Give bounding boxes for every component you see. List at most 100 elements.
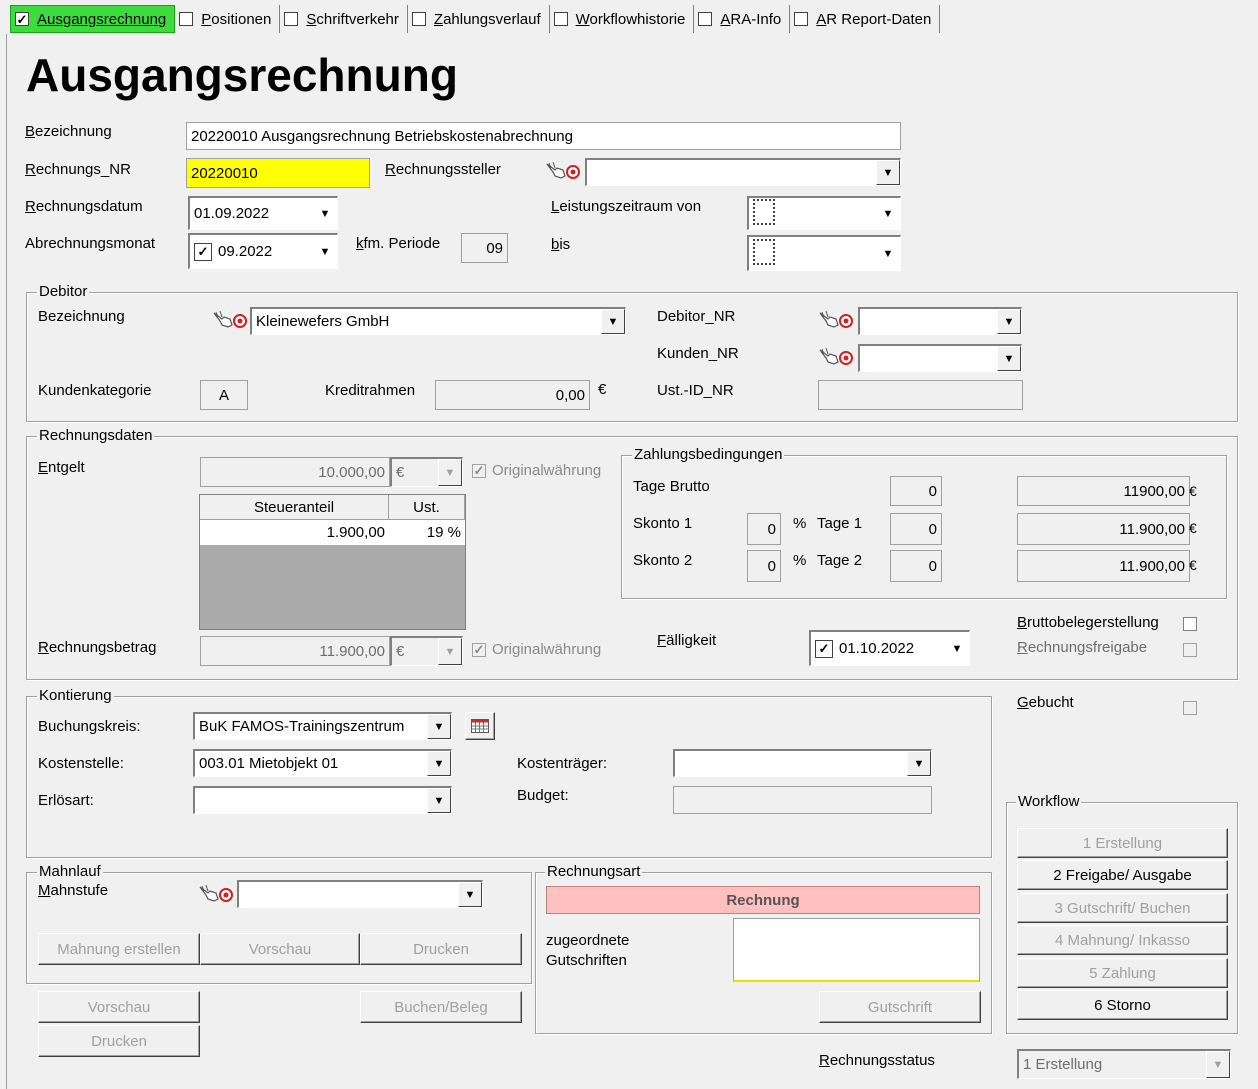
tax-table-header[interactable]: Ust.	[389, 495, 465, 520]
gebucht-checkbox	[1183, 701, 1197, 715]
vorschau-button[interactable]: Vorschau	[38, 991, 200, 1023]
workflow-step-storno-button[interactable]: 6 Storno	[1017, 990, 1228, 1020]
debitor-group-title: Debitor	[37, 283, 90, 300]
chevron-down-icon[interactable]: ▼	[601, 309, 625, 334]
erloesart-combo[interactable]: ▼	[193, 786, 452, 814]
chevron-down-icon[interactable]: ▼	[427, 714, 451, 739]
tage1-field: 0	[890, 513, 942, 545]
chevron-down-icon[interactable]: ▼	[907, 751, 931, 776]
chevron-down-icon[interactable]: ▼	[876, 198, 900, 229]
hand-pointer-target-icon[interactable]	[212, 309, 248, 331]
tab-ara-info[interactable]: ARA-Info	[694, 5, 791, 33]
hand-pointer-target-icon[interactable]	[818, 309, 854, 331]
skonto1-amount: 11.900,00	[1017, 513, 1190, 545]
tab-schriftverkehr[interactable]: Schriftverkehr	[280, 5, 408, 33]
zahlungsbedingungen-title: Zahlungsbedingungen	[632, 446, 785, 463]
mahnstufe-combo[interactable]: ▼	[237, 880, 483, 908]
bruttobelegerstellung-checkbox[interactable]	[1183, 617, 1197, 631]
table-row[interactable]: 1.900,00 19 %	[200, 520, 465, 545]
leistungszeitraum-von-picker[interactable]: ▼	[747, 196, 901, 230]
rechnungsstatus-combo: 1 Erstellung ▼	[1017, 1049, 1231, 1079]
workflow-step-mahnung-button[interactable]: 4 Mahnung/ Inkasso	[1017, 925, 1228, 955]
abrechnungsmonat-label: Abrechnungsmonat	[25, 235, 156, 252]
entgelt-originalwaehrung: ✓ Originalwährung	[472, 462, 601, 479]
chevron-down-icon[interactable]: ▼	[997, 346, 1021, 371]
tab-positionen[interactable]: Positionen	[175, 5, 281, 33]
chevron-down-icon[interactable]: ▼	[313, 235, 337, 268]
chevron-down-icon[interactable]: ▼	[313, 198, 337, 229]
tab-workflowhistorie[interactable]: Workflowhistorie	[550, 5, 695, 33]
drucken-button[interactable]: Drucken	[38, 1025, 200, 1057]
combo-value: €	[396, 643, 405, 660]
debitor-bezeichnung-combo[interactable]: Kleinewefers GmbH ▼	[250, 307, 626, 335]
kunden-nr-combo[interactable]: ▼	[858, 344, 1022, 372]
gutschrift-button[interactable]: Gutschrift	[819, 991, 981, 1023]
chevron-down-icon[interactable]: ▼	[458, 882, 482, 907]
tab-ausgangsrechnung[interactable]: ✓ Ausgangsrechnung	[10, 5, 176, 33]
kunden-nr-label: Kunden_NR	[657, 345, 739, 362]
combo-value: 1 Erstellung	[1023, 1056, 1103, 1073]
date-checkbox[interactable]	[753, 198, 775, 225]
chevron-down-icon[interactable]: ▼	[945, 632, 969, 665]
calendar-grid-icon[interactable]	[465, 712, 495, 740]
faelligkeit-picker[interactable]: ✓ 01.10.2022 ▼	[809, 630, 970, 666]
chevron-down-icon[interactable]: ▼	[876, 160, 900, 185]
hand-pointer-target-icon[interactable]	[545, 160, 581, 182]
bezeichnung-label: Bezeichnung	[25, 123, 112, 140]
faelligkeit-checkbox[interactable]: ✓	[815, 639, 833, 658]
tage-brutto-amount: 11900,00	[1017, 476, 1190, 506]
rechnungssteller-combo[interactable]: ▼	[585, 158, 901, 186]
workflow-step-gutschrift-button[interactable]: 3 Gutschrift/ Buchen	[1017, 893, 1228, 923]
gebucht-label: Gebucht	[1017, 694, 1074, 711]
chevron-down-icon[interactable]: ▼	[427, 751, 451, 776]
erloesart-label: Erlösart:	[38, 792, 94, 809]
originalwaehrung-label: Originalwährung	[492, 641, 602, 658]
kostenstelle-combo[interactable]: 003.01 Mietobjekt 01 ▼	[193, 749, 452, 777]
rechnungsdatum-picker[interactable]: 01.09.2022 ▼	[188, 196, 338, 230]
skonto1-field: 0	[747, 513, 781, 545]
abrechnungsmonat-picker[interactable]: ✓ 09.2022 ▼	[188, 233, 338, 269]
bezeichnung-field[interactable]: 20220010 Ausgangsrechnung Betriebskosten…	[186, 122, 901, 150]
tab-bar: ✓ Ausgangsrechnung Positionen Schriftverk…	[10, 5, 941, 33]
buchungskreis-combo[interactable]: BuK FAMOS-Trainingszentrum ▼	[193, 712, 452, 740]
hand-pointer-target-icon[interactable]	[818, 346, 854, 368]
entgelt-field: 10.000,00	[200, 457, 390, 487]
debitor-nr-label: Debitor_NR	[657, 308, 736, 325]
workflow-step-zahlung-button[interactable]: 5 Zahlung	[1017, 958, 1228, 988]
debitor-nr-combo[interactable]: ▼	[858, 307, 1022, 335]
tage-brutto-label: Tage Brutto	[633, 478, 710, 495]
tax-table-header[interactable]: Steueranteil	[200, 495, 389, 520]
chevron-down-icon[interactable]: ▼	[427, 788, 451, 813]
chevron-down-icon: ▼	[438, 638, 462, 665]
combo-value: 003.01 Mietobjekt 01	[199, 755, 339, 772]
skonto2-label: Skonto 2	[633, 552, 693, 569]
mahnlauf-drucken-button[interactable]: Drucken	[360, 933, 522, 965]
kostentraeger-combo[interactable]: ▼	[673, 749, 932, 777]
workflow-step-freigabe-button[interactable]: 2 Freigabe/ Ausgabe	[1017, 860, 1228, 890]
tage1-label: Tage 1	[817, 515, 863, 532]
rechnungsdaten-group-title: Rechnungsdaten	[37, 427, 155, 444]
hand-pointer-target-icon[interactable]	[198, 883, 234, 905]
month-checkbox[interactable]: ✓	[194, 242, 212, 261]
rechnungs-nr-label: Rechnungs_NR	[25, 161, 131, 178]
rechnungs-nr-field[interactable]: 20220010	[186, 158, 370, 188]
workflow-title: Workflow	[1016, 793, 1082, 810]
bruttobelegerstellung-label: Bruttobelegerstellung	[1017, 614, 1159, 631]
rechnungsbetrag-field: 11.900,00	[200, 636, 390, 666]
leistungszeitraum-bis-picker[interactable]: ▼	[747, 235, 901, 271]
combo-value: Kleinewefers GmbH	[256, 313, 390, 330]
chevron-down-icon[interactable]: ▼	[876, 237, 900, 270]
mahnung-erstellen-button[interactable]: Mahnung erstellen	[38, 933, 200, 965]
skonto2-field: 0	[747, 550, 781, 582]
tab-ar-report-daten[interactable]: AR Report-Daten	[790, 5, 941, 33]
mahnlauf-vorschau-button[interactable]: Vorschau	[200, 933, 360, 965]
tab-zahlungsverlauf[interactable]: Zahlungsverlauf	[408, 5, 550, 33]
left-frame-line	[6, 34, 7, 1089]
tab-checkbox	[284, 12, 299, 26]
zugeordnete-gutschriften-list[interactable]	[733, 918, 980, 982]
workflow-step-erstellung-button[interactable]: 1 Erstellung	[1017, 828, 1228, 858]
tab-checkbox	[698, 12, 713, 26]
date-checkbox[interactable]	[753, 238, 775, 265]
buchen-beleg-button[interactable]: Buchen/Beleg	[360, 991, 522, 1023]
chevron-down-icon[interactable]: ▼	[997, 309, 1021, 334]
